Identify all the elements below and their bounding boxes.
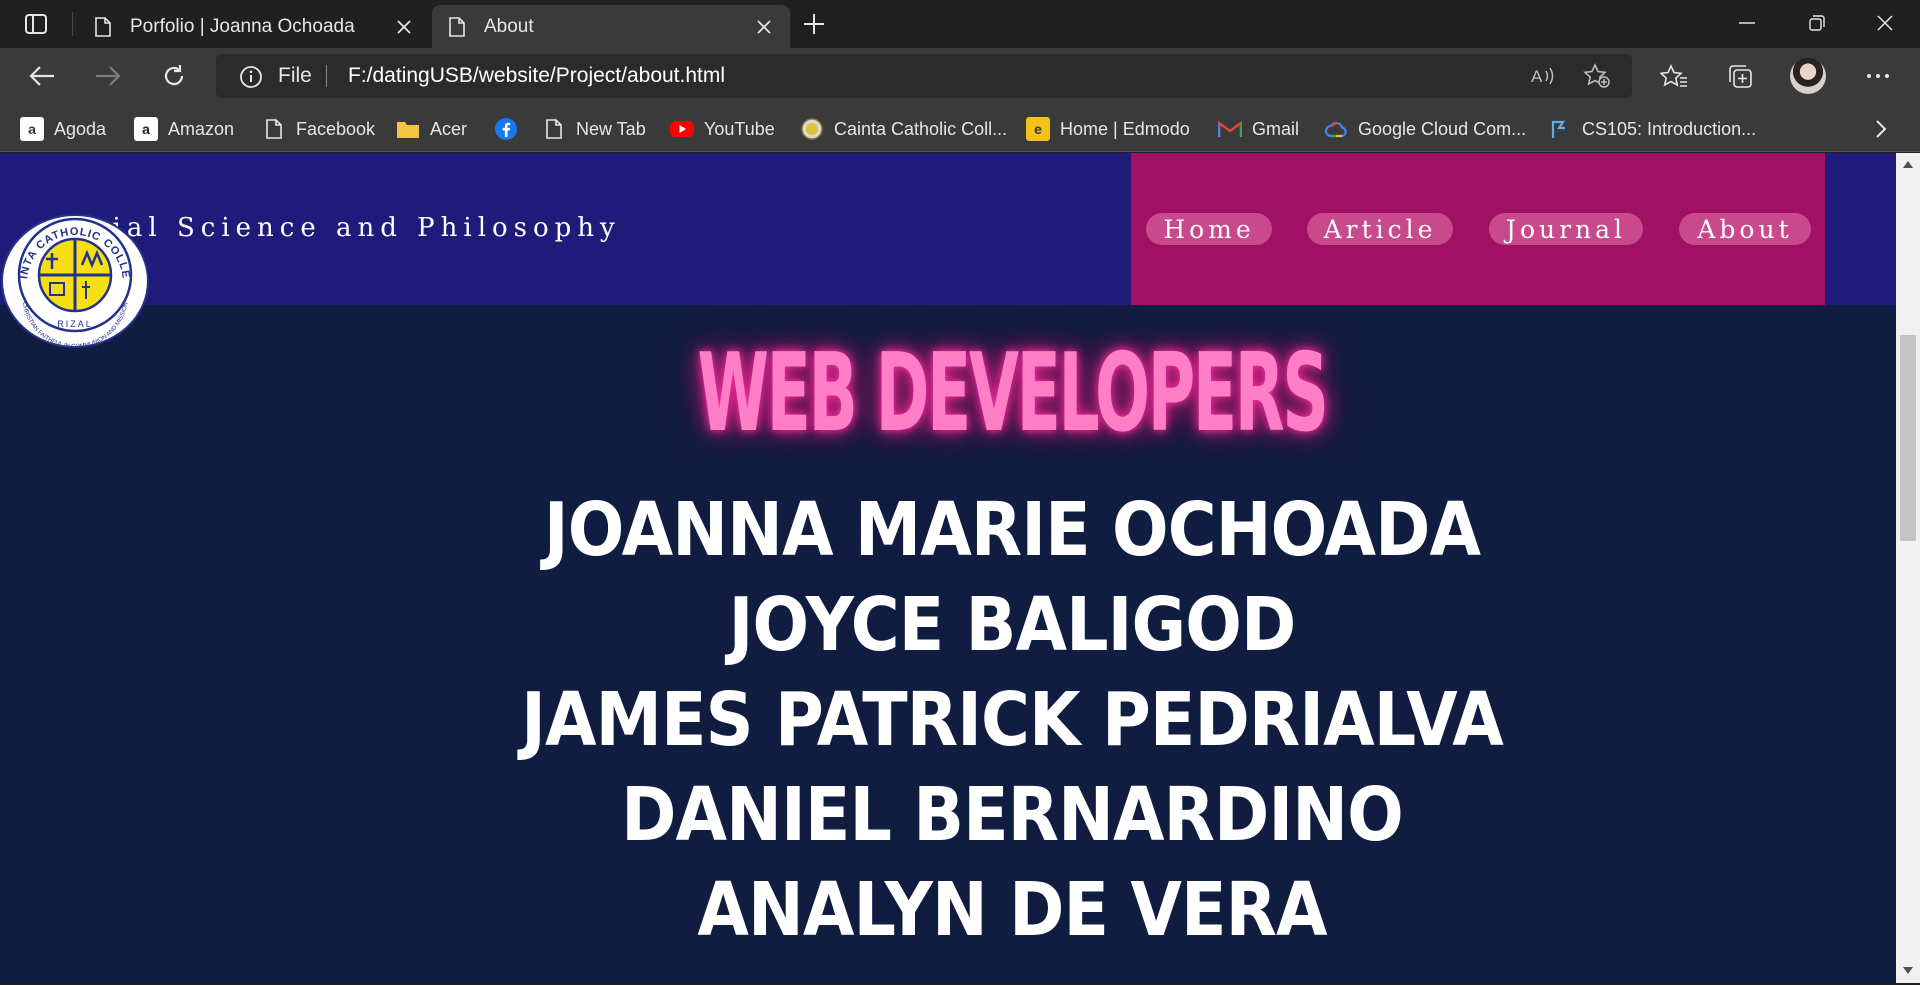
agoda-icon: a bbox=[20, 117, 44, 141]
favorite-new-tab[interactable]: New Tab bbox=[542, 115, 646, 143]
page-icon bbox=[262, 117, 286, 141]
favorite-label: Acer bbox=[430, 118, 468, 139]
favorite-google-cloud[interactable]: Google Cloud Com... bbox=[1324, 115, 1526, 143]
favorite-label: Home | Edmodo bbox=[1060, 118, 1190, 139]
back-button[interactable] bbox=[22, 58, 62, 94]
tab-title: About bbox=[484, 15, 534, 37]
tab-about[interactable]: About bbox=[432, 5, 790, 48]
favorite-edmodo[interactable]: e Home | Edmodo bbox=[1026, 115, 1190, 143]
favorite-label: Gmail bbox=[1252, 118, 1300, 139]
site-header: cial Science and Philosophy Home Article… bbox=[0, 153, 1896, 305]
nav-about[interactable]: About bbox=[1679, 213, 1811, 245]
site-scheme-label[interactable]: File bbox=[278, 64, 312, 88]
facebook-icon bbox=[494, 117, 518, 141]
favorite-cainta-catholic[interactable]: Cainta Catholic Coll... bbox=[800, 115, 1007, 143]
saylor-icon bbox=[1548, 117, 1572, 141]
browser-toolbar: File F:/datingUSB/website/Project/about.… bbox=[0, 48, 1920, 105]
forward-button[interactable] bbox=[88, 58, 128, 94]
page-scrollbar[interactable] bbox=[1896, 153, 1920, 983]
developer-list: JOANNA MARIE OCHOADA JOYCE BALIGOD JAMES… bbox=[101, 483, 1896, 958]
address-bar[interactable]: File F:/datingUSB/website/Project/about.… bbox=[216, 54, 1632, 98]
favorite-facebook-app[interactable] bbox=[494, 115, 528, 143]
page-icon bbox=[542, 117, 566, 141]
info-icon[interactable] bbox=[238, 64, 264, 90]
college-logo: CAINTA CATHOLIC COLLEGE RIZAL CHRISTIAN … bbox=[0, 213, 149, 350]
scroll-up-icon[interactable] bbox=[1901, 159, 1915, 169]
chevron-right-icon[interactable] bbox=[1868, 116, 1894, 142]
developer-name: ANALYN DE VERA bbox=[697, 867, 1327, 953]
new-tab-button[interactable] bbox=[798, 10, 830, 38]
favorite-gmail[interactable]: Gmail bbox=[1218, 115, 1299, 143]
nav-journal[interactable]: Journal bbox=[1489, 213, 1643, 245]
favorite-youtube[interactable]: YouTube bbox=[670, 115, 775, 143]
favorite-label: CS105: Introduction... bbox=[1582, 118, 1757, 139]
read-aloud-icon[interactable]: A bbox=[1528, 62, 1558, 90]
developer-name: DANIEL BERNARDINO bbox=[621, 772, 1404, 858]
tab-actions-icon[interactable] bbox=[14, 10, 58, 38]
amazon-icon: a bbox=[134, 117, 158, 141]
favorite-acer[interactable]: Acer bbox=[396, 115, 467, 143]
page-icon bbox=[446, 15, 468, 39]
developer-name: JOYCE BALIGOD bbox=[728, 582, 1297, 668]
address-divider bbox=[326, 65, 327, 87]
school-icon bbox=[800, 117, 824, 141]
favorite-label: Google Cloud Com... bbox=[1358, 118, 1527, 139]
gmail-icon bbox=[1218, 117, 1242, 141]
page-icon bbox=[92, 15, 114, 39]
svg-text:A: A bbox=[1531, 67, 1543, 86]
favorite-label: YouTube bbox=[704, 118, 775, 139]
scroll-down-icon[interactable] bbox=[1901, 965, 1915, 975]
close-icon[interactable] bbox=[752, 15, 776, 39]
refresh-button[interactable] bbox=[154, 58, 194, 94]
minimize-button[interactable] bbox=[1722, 6, 1772, 40]
favorite-agoda[interactable]: a Agoda bbox=[20, 115, 106, 143]
favorite-cs105[interactable]: CS105: Introduction... bbox=[1548, 115, 1756, 143]
close-icon[interactable] bbox=[392, 15, 416, 39]
favorite-label: Amazon bbox=[168, 118, 235, 139]
developer-name: JAMES PATRICK PEDRIALVA bbox=[521, 677, 1504, 763]
favorite-label: Facebook bbox=[296, 118, 376, 139]
scrollbar-thumb[interactable] bbox=[1900, 335, 1916, 541]
folder-icon bbox=[396, 117, 420, 141]
favorite-label: Cainta Catholic Coll... bbox=[834, 118, 1008, 139]
more-options-icon[interactable] bbox=[1858, 58, 1898, 94]
favorite-facebook[interactable]: Facebook bbox=[262, 115, 375, 143]
developer-name: JOANNA MARIE OCHOADA bbox=[543, 487, 1481, 573]
favorite-label: Agoda bbox=[54, 118, 107, 139]
profile-avatar[interactable] bbox=[1790, 58, 1826, 94]
tab-title: Porfolio | Joanna Ochoada bbox=[130, 15, 355, 37]
google-cloud-icon bbox=[1324, 117, 1348, 141]
favorite-label: New Tab bbox=[576, 118, 646, 139]
tab-separator bbox=[72, 12, 73, 36]
restore-button[interactable] bbox=[1792, 6, 1842, 40]
page-viewport: cial Science and Philosophy Home Article… bbox=[0, 153, 1896, 983]
hero-title: WEB DEVELOPERS bbox=[697, 331, 1329, 456]
collections-icon[interactable] bbox=[1720, 58, 1760, 94]
favorites-bar: a Agoda a Amazon Facebook Acer New Tab Y… bbox=[0, 105, 1920, 152]
nav-home[interactable]: Home bbox=[1146, 213, 1272, 245]
site-nav: Home Article Journal About bbox=[1131, 153, 1825, 305]
favorite-amazon[interactable]: a Amazon bbox=[134, 115, 234, 143]
close-window-button[interactable] bbox=[1860, 6, 1910, 40]
nav-article[interactable]: Article bbox=[1307, 213, 1453, 245]
tab-portfolio[interactable]: Porfolio | Joanna Ochoada bbox=[78, 5, 430, 48]
logo-bottom-text: RIZAL bbox=[57, 319, 93, 329]
url-text[interactable]: F:/datingUSB/website/Project/about.html bbox=[348, 64, 725, 88]
add-favorite-icon[interactable] bbox=[1582, 62, 1612, 90]
favorites-icon[interactable] bbox=[1654, 58, 1694, 94]
youtube-icon bbox=[670, 117, 694, 141]
edmodo-icon: e bbox=[1026, 117, 1050, 141]
site-title: cial Science and Philosophy bbox=[92, 213, 621, 243]
tab-strip: Porfolio | Joanna Ochoada About bbox=[0, 0, 1920, 48]
